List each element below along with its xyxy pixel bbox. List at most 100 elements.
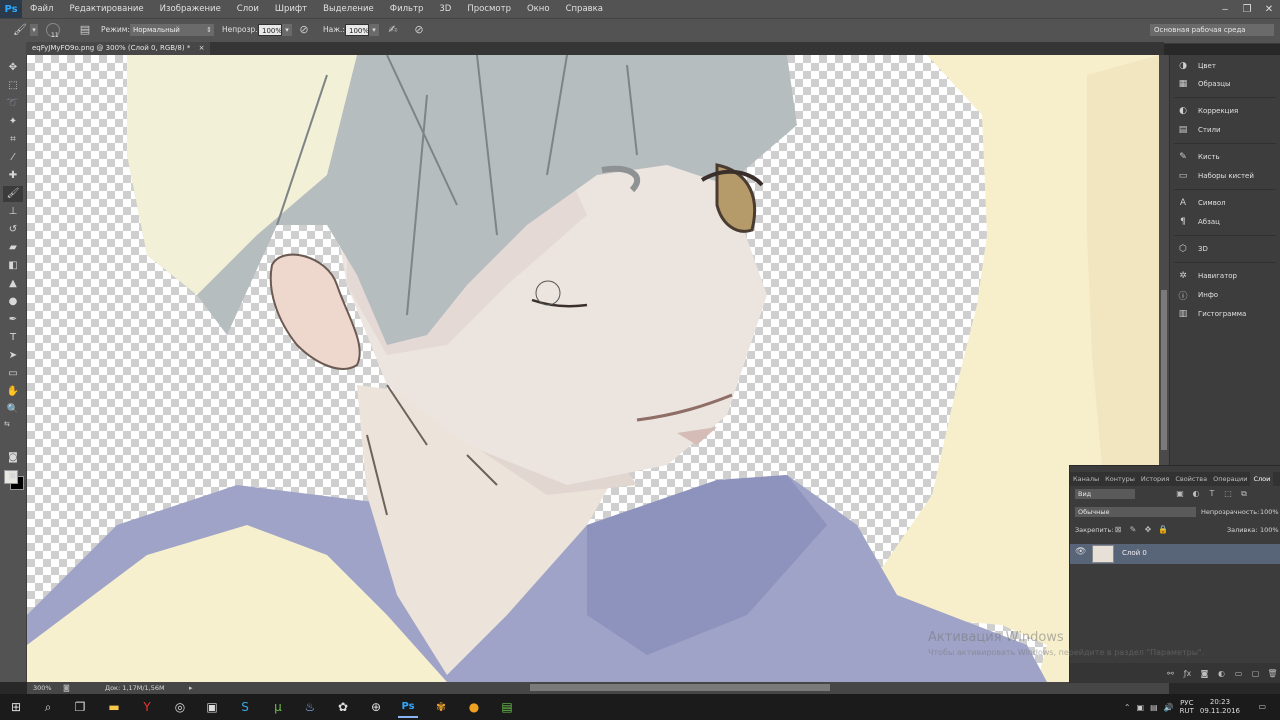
menu-edit[interactable]: Редактирование (61, 0, 151, 18)
layer-opacity-value[interactable]: 100% (1260, 508, 1279, 516)
menu-window[interactable]: Окно (519, 0, 558, 18)
menu-help[interactable]: Справка (558, 0, 611, 18)
quick-mask-icon[interactable]: ◙ (3, 450, 23, 466)
filter-shape-icon[interactable]: ⬚ (1222, 489, 1234, 498)
eye-icon[interactable]: 👁 (1075, 547, 1086, 557)
new-layer-icon[interactable]: ▢ (1247, 669, 1264, 678)
menu-3d[interactable]: 3D (431, 0, 459, 18)
yandex-browser-icon[interactable]: Y (137, 698, 157, 716)
panel-character[interactable]: A Символ (1176, 195, 1226, 211)
network-icon[interactable]: ▤ (1150, 703, 1158, 712)
flow-input[interactable]: 100% (345, 24, 369, 36)
gradient-tool-icon[interactable]: ◧ (3, 258, 23, 274)
adjustment-layer-icon[interactable]: ◐ (1213, 669, 1230, 678)
dodge-tool-icon[interactable]: ● (3, 294, 23, 310)
chrome-icon[interactable]: ◎ (170, 698, 190, 716)
quick-select-tool-icon[interactable]: ✦ (3, 114, 23, 130)
tab-history[interactable]: История (1138, 472, 1172, 486)
eraser-tool-icon[interactable]: ▰ (3, 240, 23, 256)
menu-view[interactable]: Просмотр (459, 0, 519, 18)
zoom-tool-icon[interactable]: 🔍 (3, 402, 23, 418)
layer-mask-icon[interactable]: ◙ (1196, 669, 1213, 678)
horizontal-scroll-thumb[interactable] (530, 684, 830, 691)
zoom-level[interactable]: 300% (33, 682, 52, 694)
panel-styles[interactable]: ▤ Стили (1176, 122, 1221, 138)
layer-fill-value[interactable]: 100% (1260, 526, 1279, 534)
layer-name[interactable]: Слой 0 (1122, 549, 1147, 557)
search-icon[interactable]: ⌕ (38, 698, 58, 716)
lock-position-icon[interactable]: ✥ (1142, 525, 1154, 534)
brush-tool-icon[interactable]: 🖌 (3, 186, 23, 202)
clock[interactable]: 20:23 09.11.2016 (1200, 698, 1240, 716)
hand-tool-icon[interactable]: ✋ (3, 384, 23, 400)
shape-tool-icon[interactable]: ▭ (3, 366, 23, 382)
eyedropper-tool-icon[interactable]: ⁄ (3, 150, 23, 166)
tool-preset-dropdown[interactable]: ▾ (30, 24, 38, 36)
panel-color[interactable]: ◑ Цвет (1176, 58, 1216, 74)
brush-tool-icon[interactable]: 🖌 (12, 23, 28, 37)
document-tab[interactable]: eqFyJMyFO9o.png @ 300% (Слой 0, RGB/8) *… (26, 42, 211, 55)
tab-layers[interactable]: Слои (1250, 472, 1274, 486)
stamp-tool-icon[interactable]: ⊥ (3, 204, 23, 220)
tray-expand-icon[interactable]: ⌃ (1124, 703, 1131, 712)
new-group-icon[interactable]: ▭ (1230, 669, 1247, 678)
type-tool-icon[interactable]: T (3, 330, 23, 346)
lock-all-icon[interactable]: 🔒 (1157, 525, 1169, 534)
app-icon[interactable]: ▤ (497, 698, 517, 716)
screen-mode-icon[interactable]: ▣ (3, 468, 23, 484)
menu-file[interactable]: Файл (22, 0, 61, 18)
panel-navigator[interactable]: ✲ Навигатор (1176, 268, 1237, 284)
path-select-tool-icon[interactable]: ➤ (3, 348, 23, 364)
link-layers-icon[interactable]: ⚯ (1162, 669, 1179, 678)
tab-actions[interactable]: Операции (1210, 472, 1250, 486)
document-canvas[interactable] (27, 55, 1159, 682)
move-tool-icon[interactable]: ✥ (3, 60, 23, 76)
mode-select[interactable]: Нормальный (130, 24, 206, 36)
airbrush-icon[interactable]: ✍ (385, 23, 401, 37)
tab-channels[interactable]: Каналы (1070, 472, 1102, 486)
crop-tool-icon[interactable]: ⌗ (3, 132, 23, 148)
panel-swatches[interactable]: ▦ Образцы (1176, 76, 1231, 92)
panel-paragraph[interactable]: ¶ Абзац (1176, 214, 1220, 230)
close-tab-icon[interactable]: × (199, 44, 205, 52)
app-icon[interactable]: ⊕ (366, 698, 386, 716)
filter-type-icon[interactable]: T (1206, 489, 1218, 498)
restore-button[interactable]: ❐ (1236, 0, 1258, 18)
pressure-size-icon[interactable]: ⊘ (411, 23, 427, 37)
panel-info[interactable]: ⓘ Инфо (1176, 287, 1218, 303)
volume-icon[interactable]: 🔊 (1164, 703, 1174, 712)
notifications-icon[interactable]: ▭ (1258, 702, 1266, 711)
brush-panel-toggle-icon[interactable]: ▤ (77, 23, 93, 37)
skype-icon[interactable]: S (235, 698, 255, 716)
task-view-icon[interactable]: ❐ (70, 698, 90, 716)
app-icon[interactable]: ● (464, 698, 484, 716)
layer-filter-kind-select[interactable]: Вид (1075, 489, 1135, 499)
app-icon[interactable]: ✾ (431, 698, 451, 716)
lock-pixels-icon[interactable]: ✎ (1127, 525, 1139, 534)
workspace-select[interactable]: Основная рабочая среда (1150, 24, 1274, 36)
app-icon[interactable]: ✿ (333, 698, 353, 716)
panel-3d[interactable]: ⬡ 3D (1176, 241, 1208, 257)
language-indicator[interactable]: РУС RUT (1180, 699, 1194, 715)
blend-mode-select[interactable]: Обычные (1075, 507, 1196, 517)
filter-pixel-icon[interactable]: ▣ (1174, 489, 1186, 498)
panel-brush-presets[interactable]: ▭ Наборы кистей (1176, 168, 1254, 184)
start-icon[interactable]: ⊞ (6, 698, 26, 716)
filter-smart-object-icon[interactable]: ⧉ (1238, 489, 1250, 499)
utorrent-icon[interactable]: µ (268, 698, 288, 716)
lock-transparency-icon[interactable]: ⊠ (1112, 525, 1124, 534)
tab-paths[interactable]: Контуры (1102, 472, 1138, 486)
swap-colors-icon[interactable]: ⇆ (4, 420, 10, 428)
panel-brush[interactable]: ✎ Кисть (1176, 149, 1219, 165)
blur-tool-icon[interactable]: ▲ (3, 276, 23, 292)
pressure-opacity-icon[interactable]: ⊘ (296, 23, 312, 37)
file-explorer-icon[interactable]: ▬ (104, 698, 124, 716)
opacity-dropdown-icon[interactable]: ▾ (282, 24, 292, 36)
layer-row[interactable]: 👁 Слой 0 (1070, 544, 1280, 564)
tray-app-icon[interactable]: ▣ (1137, 703, 1145, 712)
vertical-scroll-thumb[interactable] (1161, 290, 1167, 450)
lasso-tool-icon[interactable]: ➰ (3, 96, 23, 112)
minimize-button[interactable]: ‒ (1214, 0, 1236, 18)
mode-dropdown-icon[interactable]: ⇕ (204, 24, 214, 36)
panel-adjustments[interactable]: ◐ Коррекция (1176, 103, 1238, 119)
